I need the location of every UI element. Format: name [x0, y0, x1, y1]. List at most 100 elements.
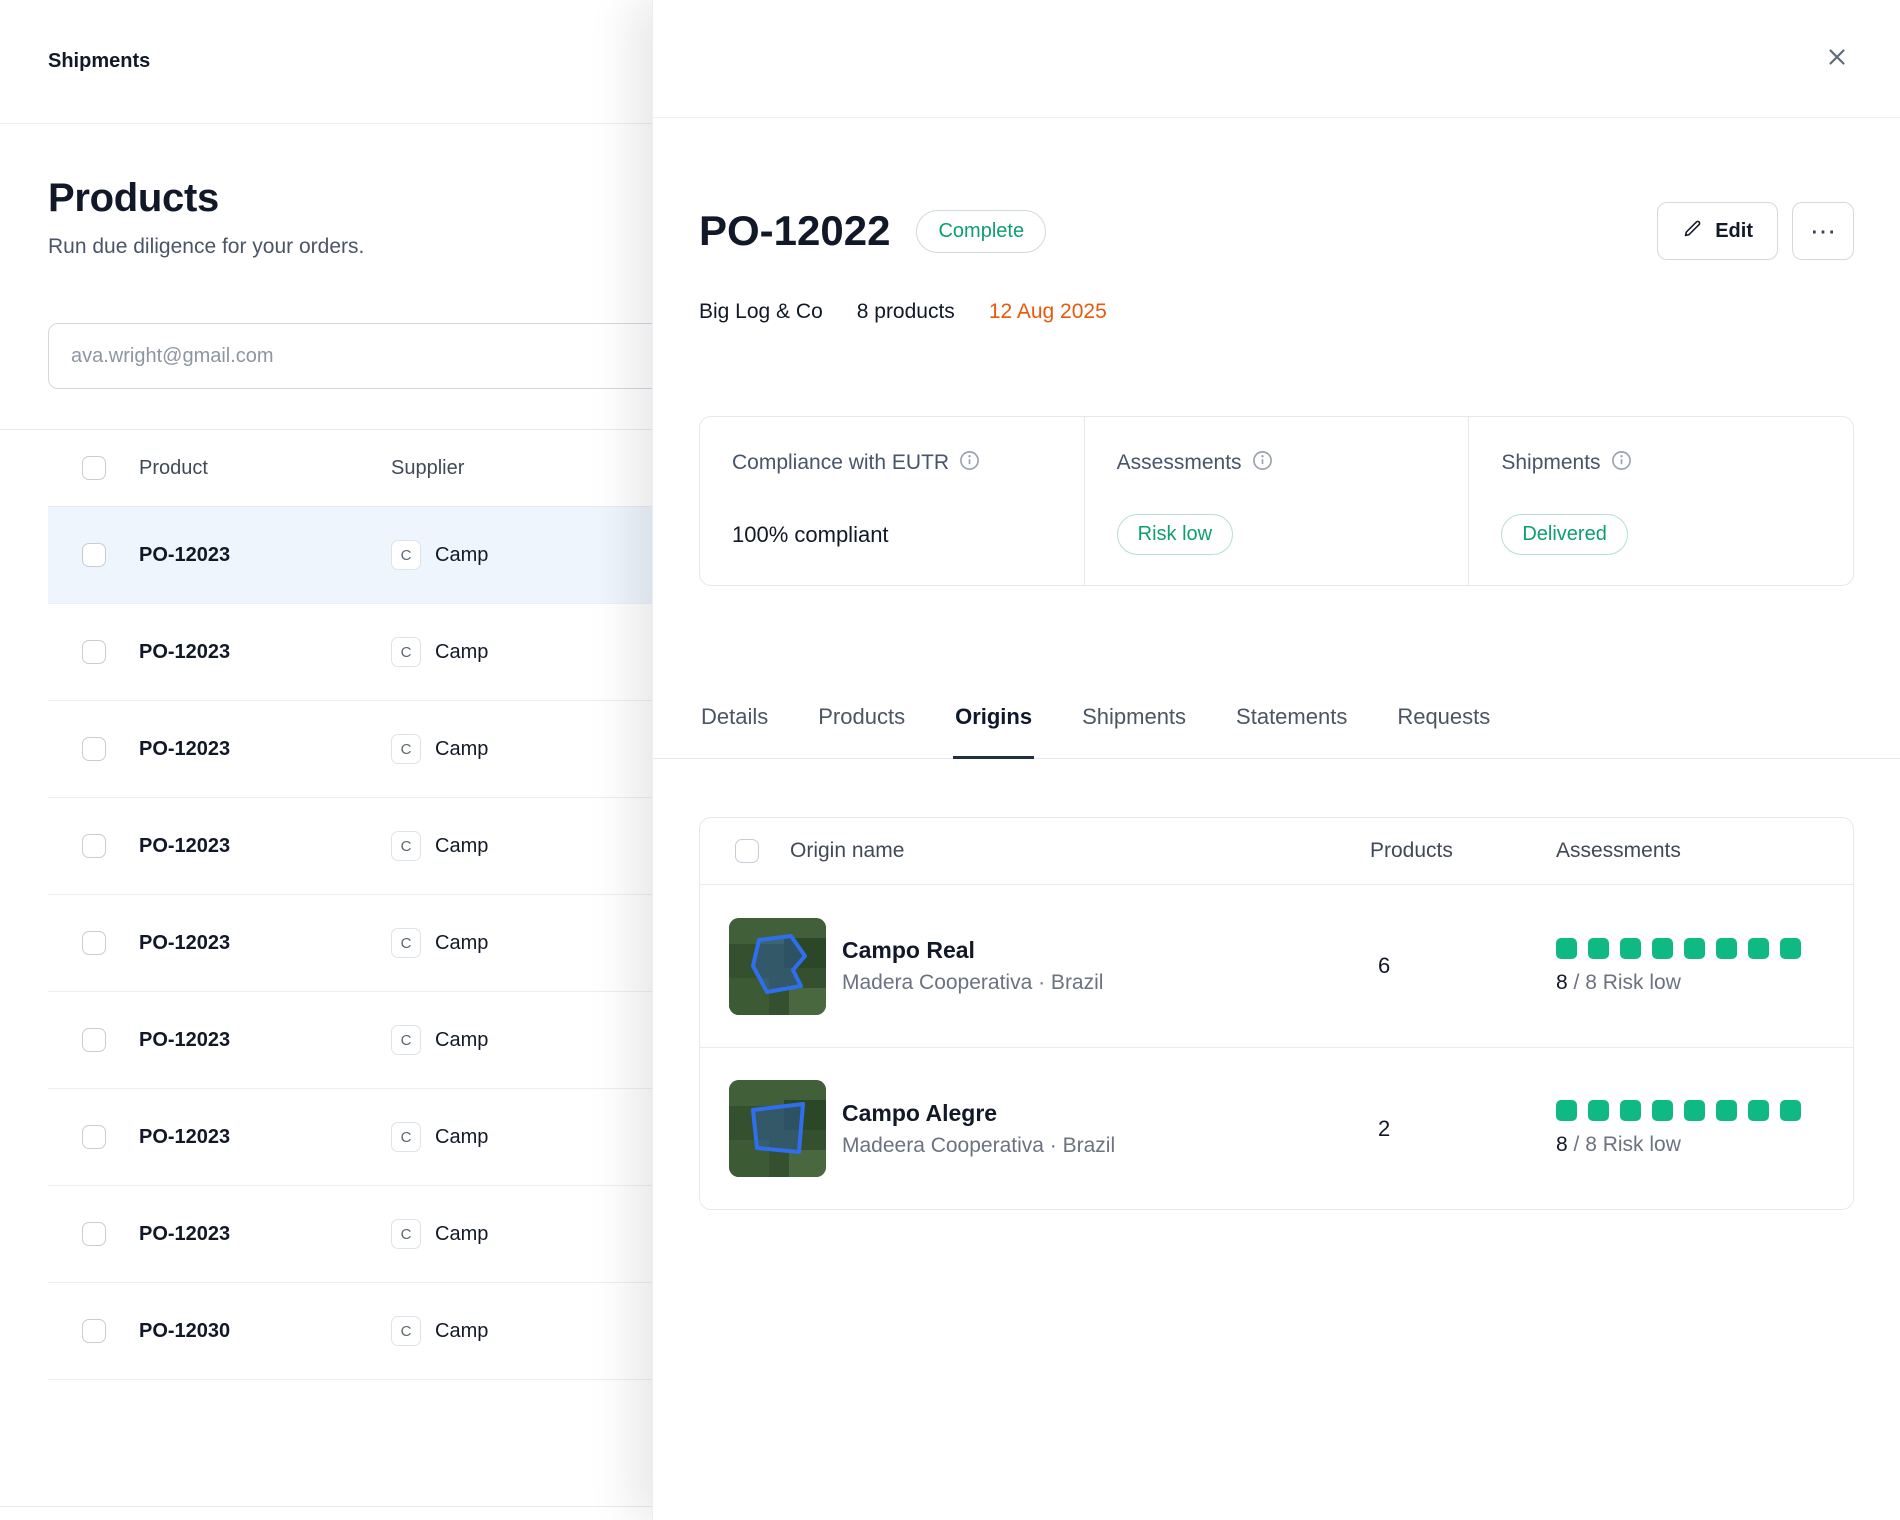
column-header-assessments: Assessments: [1556, 839, 1681, 862]
title-row: PO-12022 Complete Edit ⋯: [699, 202, 1854, 260]
supplier-cell: C Camp: [391, 1219, 488, 1249]
order-title: PO-12022: [699, 207, 891, 254]
tab[interactable]: Details: [699, 704, 770, 759]
info-icon[interactable]: [959, 450, 980, 476]
origin-location: Madeera Cooperativa · Brazil: [842, 1133, 1116, 1157]
risk-square: [1556, 937, 1577, 959]
tab[interactable]: Requests: [1395, 704, 1492, 759]
risk-rest: / 8 Risk low: [1573, 1133, 1681, 1156]
product-id: PO-12023: [139, 543, 231, 566]
risk-square: [1684, 1100, 1705, 1121]
origin-map-thumbnail: [729, 1080, 826, 1177]
product-id: PO-12023: [139, 640, 231, 663]
origins-select-all-checkbox[interactable]: [735, 839, 759, 863]
supplier-avatar: C: [391, 1219, 421, 1249]
row-checkbox[interactable]: [82, 1125, 106, 1149]
origin-name: Campo Real: [842, 937, 975, 963]
risk-square: [1780, 937, 1801, 959]
risk-square: [1684, 937, 1705, 959]
origin-products-count: 2: [1378, 1115, 1391, 1141]
origins-table: Origin name Products Assessments Campo R…: [699, 817, 1854, 1210]
origin-info: Campo Alegre Madeera Cooperativa · Brazi…: [842, 1100, 1370, 1158]
risk-summary: 8 / 8 Risk low: [1556, 971, 1853, 995]
row-checkbox[interactable]: [82, 931, 106, 955]
supplier-cell: C Camp: [391, 734, 488, 764]
app-root: Shipments Products Run due diligence for…: [0, 0, 1900, 1520]
edit-button[interactable]: Edit: [1657, 202, 1778, 260]
order-detail-drawer: PO-12022 Complete Edit ⋯ Big Log & Co 8 …: [652, 0, 1900, 1520]
supplier-name: Camp: [435, 543, 489, 566]
meta-products-count: 8 products: [856, 300, 955, 323]
stat-shipments: Shipments Delivered: [1468, 417, 1853, 585]
risk-square: [1652, 1100, 1673, 1121]
risk-count: 8: [1556, 970, 1568, 994]
close-icon: [1824, 44, 1850, 73]
row-checkbox[interactable]: [82, 640, 106, 664]
tab[interactable]: Products: [816, 704, 907, 759]
supplier-cell: C Camp: [391, 1025, 488, 1055]
origin-name: Campo Alegre: [842, 1099, 998, 1126]
more-button[interactable]: ⋯: [1792, 202, 1854, 260]
row-checkbox[interactable]: [82, 1319, 106, 1343]
row-checkbox[interactable]: [82, 1028, 106, 1052]
product-id: PO-12023: [139, 1125, 231, 1148]
origin-row[interactable]: Campo Alegre Madeera Cooperativa · Brazi…: [700, 1047, 1853, 1209]
delivery-badge: Delivered: [1501, 514, 1628, 555]
origin-map-thumbnail: [729, 917, 826, 1015]
supplier-avatar: C: [391, 1316, 421, 1346]
row-checkbox[interactable]: [82, 737, 106, 761]
tab[interactable]: Statements: [1234, 704, 1349, 759]
status-badge: Complete: [916, 209, 1047, 253]
origins-table-body: Campo Real Madera Cooperativa · Brazil 6: [700, 885, 1853, 1209]
nav-item-shipments[interactable]: Shipments: [48, 50, 150, 73]
stat-shipments-label: Shipments: [1501, 451, 1601, 474]
product-id: PO-12023: [139, 931, 231, 954]
origin-row[interactable]: Campo Real Madera Cooperativa · Brazil 6: [700, 885, 1853, 1047]
column-header-supplier: Supplier: [391, 456, 465, 479]
risk-square: [1716, 937, 1737, 959]
stat-assessments: Assessments Risk low: [1083, 417, 1469, 585]
supplier-cell: C Camp: [391, 540, 488, 570]
row-checkbox[interactable]: [82, 543, 106, 567]
pencil-icon: [1682, 218, 1703, 245]
risk-square: [1748, 937, 1769, 959]
origin-products-count: 6: [1378, 953, 1391, 978]
supplier-avatar: C: [391, 1025, 421, 1055]
order-meta: Big Log & Co 8 products 12 Aug 2025: [699, 300, 1854, 324]
row-checkbox[interactable]: [82, 1222, 106, 1246]
supplier-avatar: C: [391, 734, 421, 764]
supplier-avatar: C: [391, 928, 421, 958]
origin-assessments: 8 / 8 Risk low: [1556, 1100, 1853, 1157]
close-button[interactable]: [1814, 36, 1860, 82]
search-input[interactable]: [48, 323, 748, 389]
supplier-cell: C Camp: [391, 1316, 488, 1346]
supplier-name: Camp: [435, 1222, 489, 1245]
origins-table-header: Origin name Products Assessments: [700, 818, 1853, 885]
stat-assessments-label: Assessments: [1116, 451, 1242, 474]
info-icon[interactable]: [1252, 450, 1273, 476]
risk-square: [1588, 937, 1609, 959]
ellipsis-icon: ⋯: [1810, 215, 1836, 246]
stats-card: Compliance with EUTR 100% compliant Asse…: [699, 416, 1854, 586]
origin-info: Campo Real Madera Cooperativa · Brazil: [842, 937, 1370, 995]
column-header-product: Product: [139, 456, 208, 479]
supplier-avatar: C: [391, 637, 421, 667]
drawer-header: [653, 0, 1900, 118]
supplier-name: Camp: [435, 834, 489, 857]
tab[interactable]: Origins: [953, 704, 1035, 759]
select-all-checkbox[interactable]: [82, 456, 106, 480]
supplier-name: Camp: [435, 1028, 489, 1051]
supplier-name: Camp: [435, 1319, 489, 1342]
info-icon[interactable]: [1611, 450, 1632, 476]
supplier-avatar: C: [391, 831, 421, 861]
tab[interactable]: Shipments: [1080, 704, 1188, 759]
row-checkbox[interactable]: [82, 834, 106, 858]
supplier-name: Camp: [435, 931, 489, 954]
risk-summary: 8 / 8 Risk low: [1556, 1133, 1853, 1157]
risk-square: [1748, 1100, 1769, 1121]
supplier-cell: C Camp: [391, 831, 488, 861]
supplier-avatar: C: [391, 1122, 421, 1152]
risk-square: [1652, 937, 1673, 959]
risk-square: [1716, 1100, 1737, 1121]
stat-compliance-label: Compliance with EUTR: [732, 451, 950, 474]
